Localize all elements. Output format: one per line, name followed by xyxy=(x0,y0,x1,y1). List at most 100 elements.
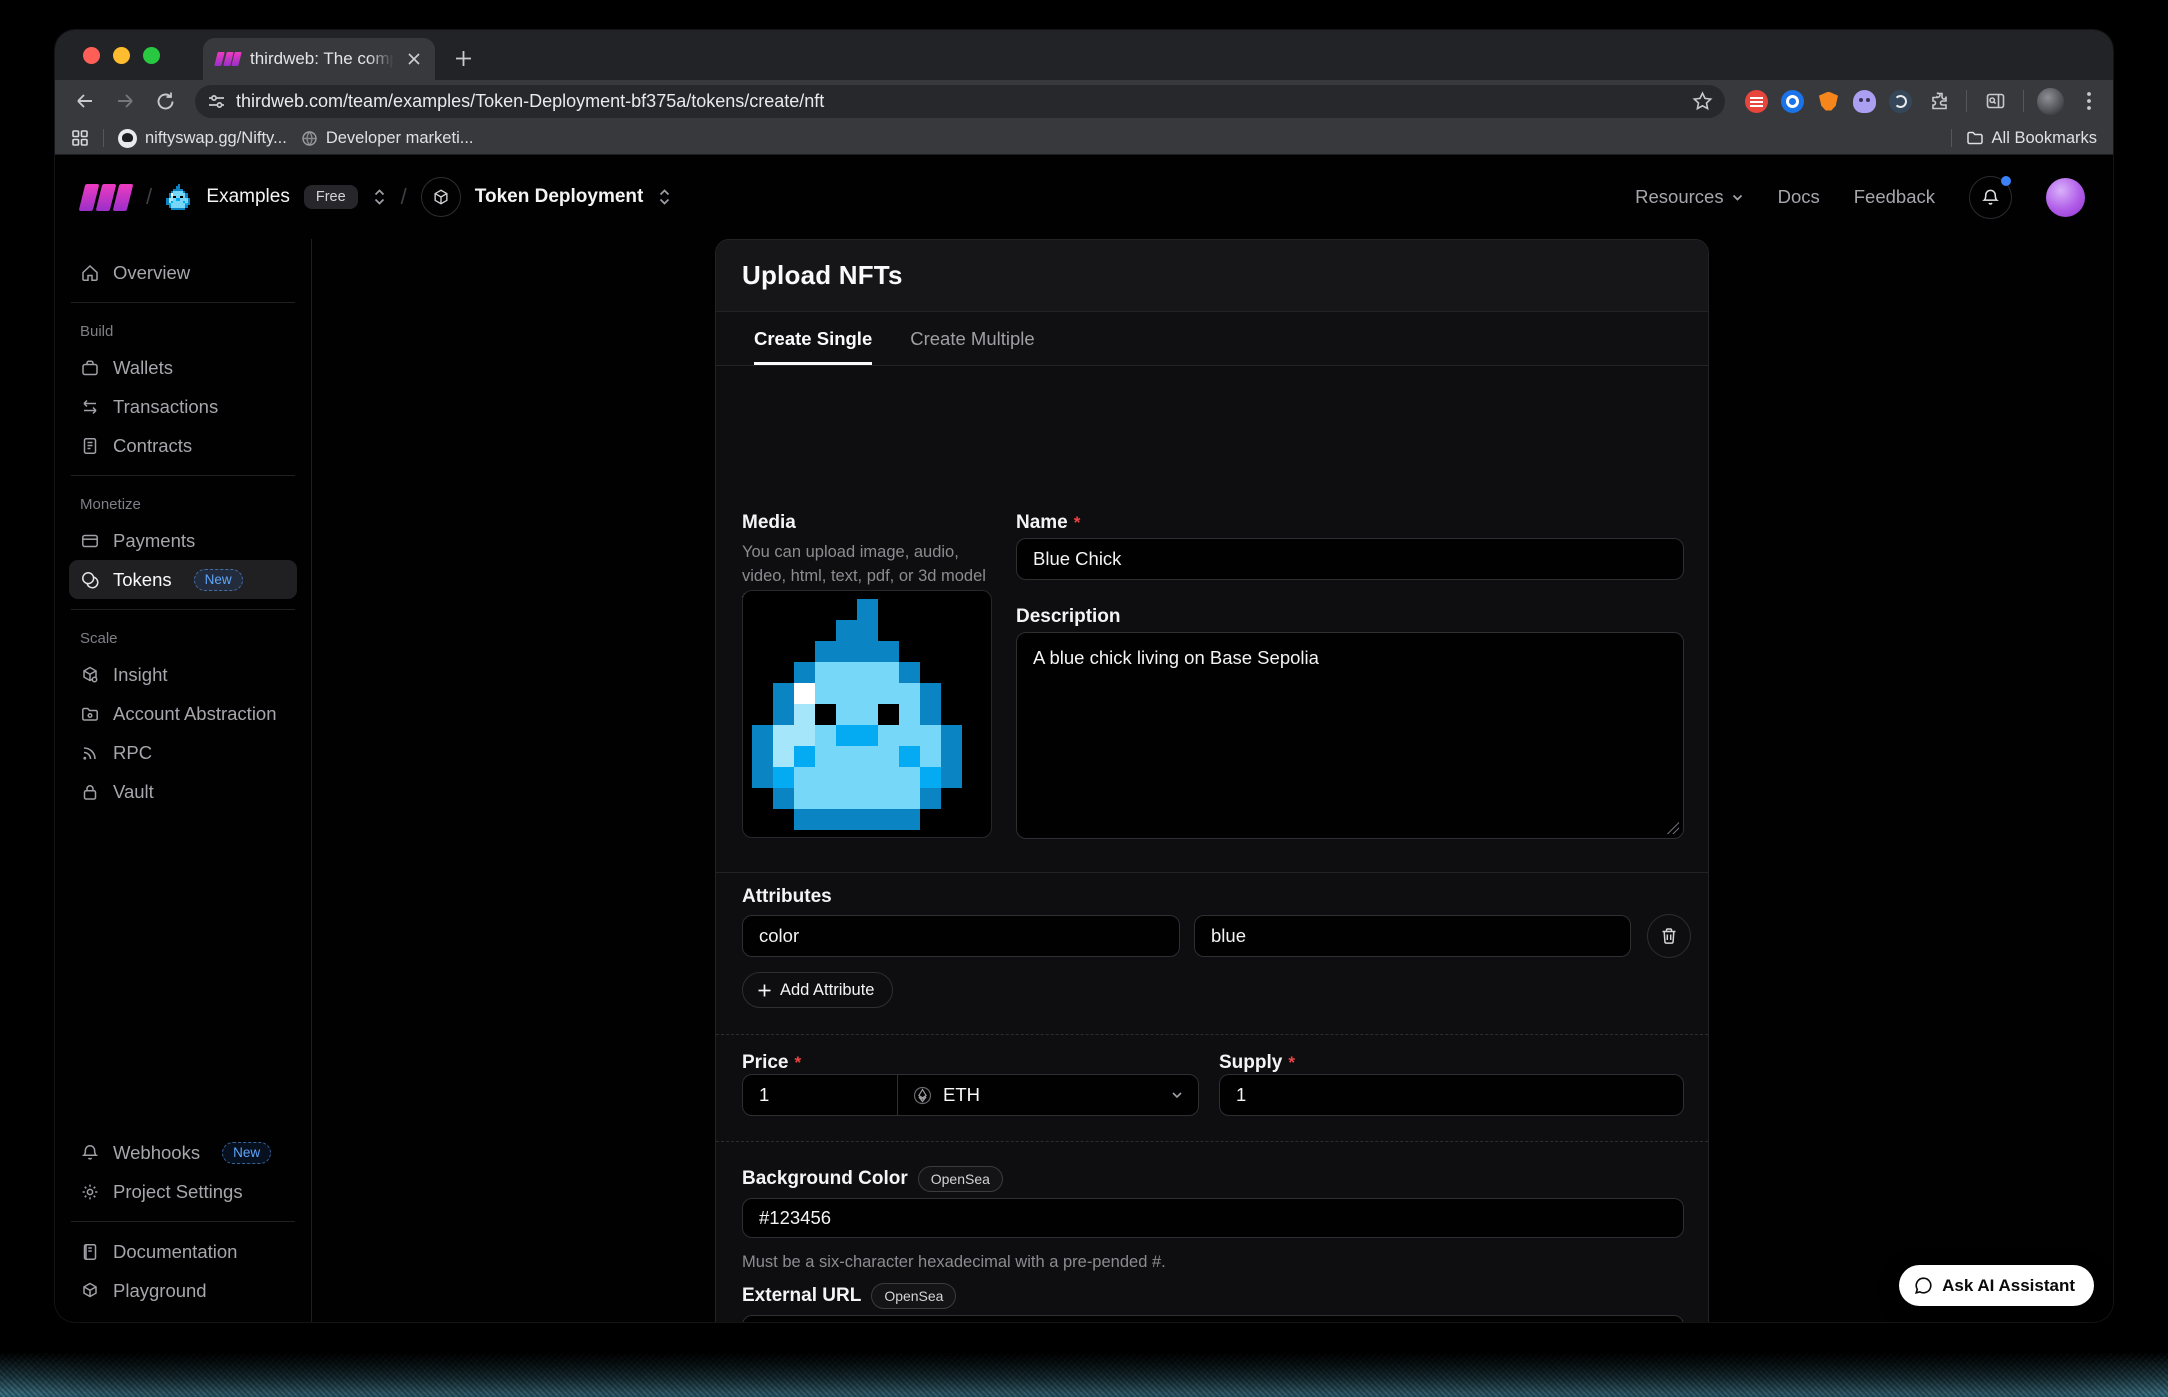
bookmarks-bar: niftyswap.gg/Nifty... Developer marketi.… xyxy=(55,122,2113,155)
sidebar-divider xyxy=(71,475,295,476)
tab-close-icon[interactable] xyxy=(403,48,425,70)
team-name[interactable]: Examples xyxy=(206,186,289,208)
header-nav: Resources Docs Feedback xyxy=(1635,176,2085,219)
sidebar-item-label: Overview xyxy=(113,262,190,284)
notifications-button[interactable] xyxy=(1969,176,2012,219)
project-switcher-icon[interactable] xyxy=(657,187,672,207)
sidebar-item-rpc[interactable]: RPC xyxy=(69,733,297,772)
transfer-arrows-icon xyxy=(80,397,100,417)
attribute-trait-input[interactable] xyxy=(742,915,1180,957)
book-icon xyxy=(80,1242,100,1262)
thirdweb-favicon xyxy=(215,52,241,66)
bookmark-developer-marketing[interactable]: Developer marketi... xyxy=(301,129,474,148)
media-preview[interactable] xyxy=(742,590,992,838)
plan-badge: Free xyxy=(304,185,358,209)
bookmark-star-icon[interactable] xyxy=(1692,91,1713,112)
attribute-value-input[interactable] xyxy=(1194,915,1631,957)
site-settings-icon[interactable] xyxy=(207,92,226,111)
required-asterisk: * xyxy=(1074,513,1081,532)
sidebar-item-documentation[interactable]: Documentation xyxy=(69,1232,297,1271)
sidebar-item-label: RPC xyxy=(113,742,152,764)
sidebar-item-webhooks[interactable]: Webhooks New xyxy=(69,1133,297,1172)
window-minimize-button[interactable] xyxy=(113,47,130,64)
bookmark-niftyswap[interactable]: niftyswap.gg/Nifty... xyxy=(118,129,287,148)
section-divider-dashed xyxy=(716,1034,1708,1035)
sidebar-item-project-settings[interactable]: Project Settings xyxy=(69,1172,297,1211)
nav-resources[interactable]: Resources xyxy=(1635,186,1743,208)
metamask-icon[interactable] xyxy=(1817,90,1840,113)
sidebar-item-label: Account Abstraction xyxy=(113,703,277,725)
extensions-puzzle-icon[interactable] xyxy=(1925,84,1953,118)
sidebar-item-tokens[interactable]: Tokens New xyxy=(69,560,297,599)
apps-grid-icon[interactable] xyxy=(71,129,89,147)
browser-tab[interactable]: thirdweb: The complete web3 xyxy=(203,38,435,80)
sidebar-divider xyxy=(71,609,295,610)
form-tabs: Create Single Create Multiple xyxy=(716,312,1708,366)
gear-icon xyxy=(80,1182,100,1202)
menu-kebab-icon[interactable] xyxy=(2077,84,2101,118)
supply-input[interactable] xyxy=(1219,1074,1684,1116)
ask-ai-assistant-button[interactable]: Ask AI Assistant xyxy=(1899,1265,2094,1306)
add-attribute-button[interactable]: Add Attribute xyxy=(742,972,893,1008)
sidebar-item-playground[interactable]: Playground xyxy=(69,1271,297,1310)
team-switcher-icon[interactable] xyxy=(372,187,387,207)
sidebar-item-account-abstraction[interactable]: Account Abstraction xyxy=(69,694,297,733)
nav-docs[interactable]: Docs xyxy=(1778,186,1820,208)
currency-value: ETH xyxy=(943,1084,980,1106)
nft-image xyxy=(752,599,983,830)
page-title: Upload NFTs xyxy=(742,260,903,291)
new-badge: New xyxy=(222,1142,271,1164)
currency-select[interactable]: ETH xyxy=(898,1075,1198,1115)
sidebar-item-vault[interactable]: Vault xyxy=(69,772,297,811)
sidebar: Overview Build Wallets Transactions Cont… xyxy=(55,239,312,1322)
nav-feedback[interactable]: Feedback xyxy=(1854,186,1935,208)
background-color-input[interactable] xyxy=(742,1198,1684,1238)
back-icon[interactable] xyxy=(67,84,103,118)
tab-create-single[interactable]: Create Single xyxy=(754,312,872,365)
forward-icon[interactable] xyxy=(107,84,143,118)
trash-icon xyxy=(1660,927,1678,945)
thirdweb-logo[interactable] xyxy=(80,184,132,211)
sidebar-item-label: Contracts xyxy=(113,435,192,457)
sidebar-item-payments[interactable]: Payments xyxy=(69,521,297,560)
price-input[interactable]: 1 xyxy=(743,1075,898,1115)
description-textarea[interactable]: A blue chick living on Base Sepolia xyxy=(1016,632,1684,839)
playground-cube-icon xyxy=(80,1281,100,1301)
sidebar-item-overview[interactable]: Overview xyxy=(69,253,297,292)
sidebar-item-contracts[interactable]: Contracts xyxy=(69,426,297,465)
user-avatar[interactable] xyxy=(2046,178,2085,217)
price-label: Price* xyxy=(742,1052,801,1074)
sidebar-item-label: Webhooks xyxy=(113,1142,200,1164)
project-name[interactable]: Token Deployment xyxy=(475,186,644,208)
tab-create-multiple[interactable]: Create Multiple xyxy=(910,312,1034,365)
insight-cube-icon xyxy=(80,665,100,685)
phantom-icon[interactable] xyxy=(1853,90,1876,113)
name-input[interactable] xyxy=(1016,538,1684,580)
extension-blue-icon[interactable] xyxy=(1781,90,1804,113)
extension-red-icon[interactable] xyxy=(1745,90,1768,113)
sidebar-divider xyxy=(71,1221,295,1222)
url-bar[interactable]: thirdweb.com/team/examples/Token-Deploym… xyxy=(195,85,1725,118)
browser-profile-avatar[interactable] xyxy=(2037,88,2064,115)
breadcrumb: / Examples Free / Token Deployment xyxy=(80,177,672,217)
resize-grip[interactable] xyxy=(1667,822,1679,834)
external-url-input[interactable] xyxy=(742,1315,1684,1322)
description-label: Description xyxy=(1016,606,1121,628)
window-zoom-button[interactable] xyxy=(143,47,160,64)
sidebar-item-transactions[interactable]: Transactions xyxy=(69,387,297,426)
chat-bubble-icon xyxy=(1914,1276,1933,1295)
sidebar-item-label: Documentation xyxy=(113,1241,237,1263)
reload-icon[interactable] xyxy=(147,84,183,118)
extension-dark-icon[interactable] xyxy=(1889,90,1912,113)
sidebar-section-build: Build xyxy=(69,313,297,348)
browser-window: thirdweb: The complete web3 thirdweb.com… xyxy=(55,30,2113,1322)
window-close-button[interactable] xyxy=(83,47,100,64)
delete-attribute-button[interactable] xyxy=(1647,914,1691,958)
url-text[interactable]: thirdweb.com/team/examples/Token-Deploym… xyxy=(236,91,1682,112)
all-bookmarks-button[interactable]: All Bookmarks xyxy=(1966,129,2097,148)
sidebar-item-wallets[interactable]: Wallets xyxy=(69,348,297,387)
side-panel-icon[interactable] xyxy=(1980,84,2010,118)
sidebar-item-insight[interactable]: Insight xyxy=(69,655,297,694)
new-tab-button[interactable] xyxy=(447,42,479,74)
browser-toolbar: thirdweb.com/team/examples/Token-Deploym… xyxy=(55,80,2113,122)
